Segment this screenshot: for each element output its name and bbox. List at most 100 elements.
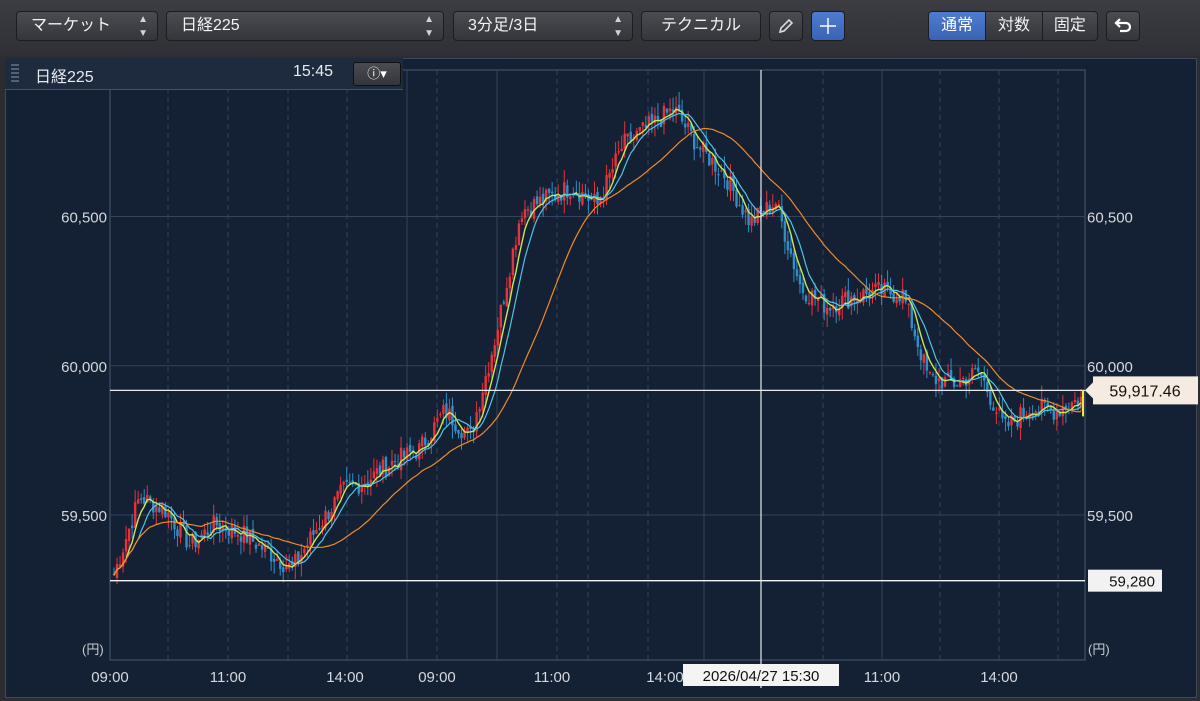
candle-body [487,372,490,377]
candle-body [877,281,880,286]
x-tick-label: 14:00 [980,669,1018,686]
candle-body [828,307,832,311]
y-tick-label-right: 59,500 [1087,508,1133,525]
candle-body [641,122,645,126]
candle-body [478,409,481,412]
info-bar-time: 15:45 [293,63,334,80]
candle-body [309,531,312,545]
candle-body [1079,396,1083,407]
candle-body [735,189,738,207]
candle-body [508,276,512,289]
candle-body [318,528,321,530]
candle-body [919,349,923,361]
candle-body [505,288,509,307]
low-marker-label: 59,280 [1109,574,1155,591]
candle-body [514,245,518,250]
candle-body [460,433,463,439]
info-bar: 日経225 15:45 ⓘ▾ [5,58,403,90]
candle-body [327,512,330,520]
candle-body [342,481,345,485]
candle-body [1004,415,1007,419]
last-price-pointer [1085,382,1093,399]
candle-body [257,543,261,546]
y-tick-label-right: 60,500 [1087,210,1133,227]
candle-body [693,133,696,150]
candle-body [312,530,315,535]
candle-body [620,148,623,152]
candle-body [789,248,793,254]
candle-body [130,525,134,529]
candle-body [626,133,629,137]
info-bar-symbol: 日経225 [35,69,94,86]
candle-body [726,180,729,190]
candle-body [1016,422,1019,427]
candle-body [436,417,439,422]
candle-body [937,378,941,382]
candle-body [838,309,841,316]
candle-body [448,408,451,421]
candle-body [393,460,397,463]
x-tick-label: 14:00 [646,669,684,686]
candle-body [720,170,723,172]
candle-body [454,424,457,432]
candle-body [439,413,442,416]
candle-body [550,191,554,194]
candle-body [741,205,744,215]
candle-body [499,304,502,328]
info-menu-button[interactable]: ⓘ▾ [353,62,401,86]
candle-body [149,496,152,499]
candle-body [895,299,898,304]
candle-body [786,241,790,251]
candle-body [738,204,741,206]
candle-body [699,147,702,150]
candle-body [203,529,206,535]
candle-body [227,530,231,536]
candle-body [623,133,626,149]
candle-body [139,498,143,500]
candle-body [750,216,753,226]
candle-body [711,157,714,165]
candle-body [484,376,487,395]
candle-body [275,559,279,561]
candle-body [535,196,539,205]
candle-body [913,329,916,337]
chart-grid [109,69,1086,661]
candle-body [1052,411,1056,420]
candle-body [345,479,348,482]
candle-body [336,491,339,500]
candle-body [297,551,300,563]
last-price-label: 59,917.46 [1109,383,1180,400]
candle-body [538,196,542,205]
candle-body [650,113,654,122]
candle-body [523,209,527,219]
candle-body [934,375,938,385]
candle-body [683,123,687,128]
x-tick-label: 14:00 [326,669,364,686]
drag-handle-icon[interactable] [11,64,19,84]
candle-body [931,374,935,376]
candle-body [1022,407,1025,417]
candle-body [511,248,515,276]
candle-body [992,407,995,411]
candle-body [753,218,756,223]
candle-body [442,404,445,414]
candle-body [547,188,551,193]
candle-body [218,523,221,531]
candle-body [569,196,572,200]
candle-body [807,302,811,305]
candle-body [795,269,799,277]
candle-body [922,354,926,363]
y-tick-label-left: 60,500 [61,210,107,227]
candle-body [977,367,980,372]
candle-body [424,437,427,446]
candle-body [995,412,998,414]
candle-body [974,368,977,370]
candle-body [285,566,288,570]
price-chart[interactable]: 59,917.46 59,280 2026/04/27 15:30 59,500 59… [0,0,1200,701]
candle-body [176,529,179,537]
candle-body [904,290,907,302]
candle-body [798,274,802,285]
candle-body [124,539,128,552]
candle-body [708,153,711,166]
candle-body [526,209,530,211]
